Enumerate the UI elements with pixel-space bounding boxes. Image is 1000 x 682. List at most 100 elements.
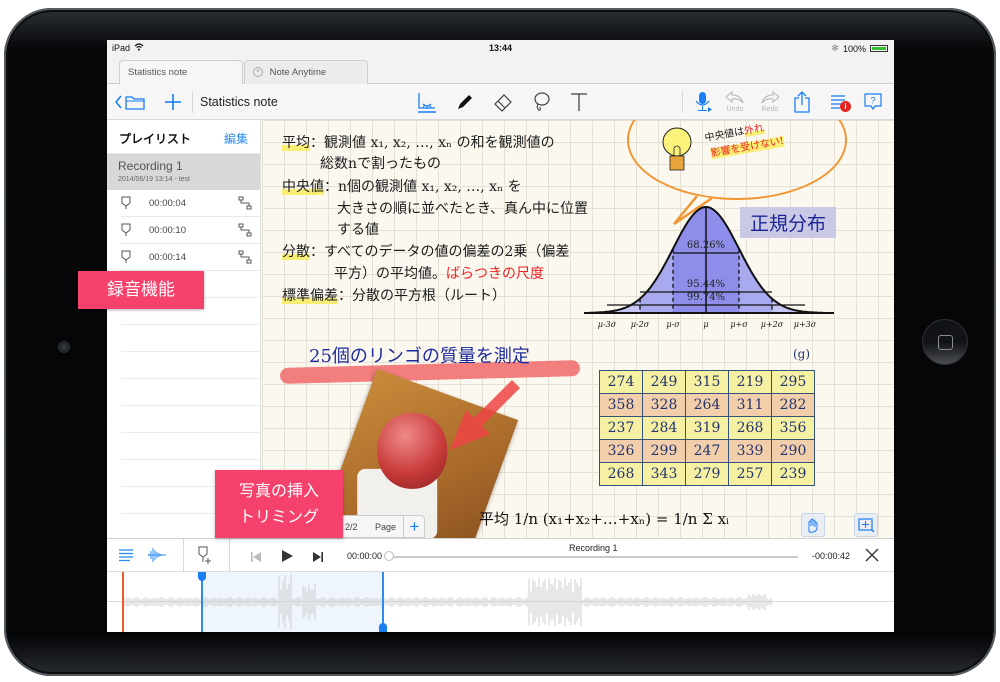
close-tab-icon[interactable]: × <box>253 67 263 78</box>
battery-fill <box>872 47 886 50</box>
list-view-button[interactable] <box>118 548 134 567</box>
table-row: 237 284 319 268 356 <box>599 416 815 440</box>
definition-text: ：分散の平方根（ルート） <box>338 288 506 304</box>
eraser-icon <box>494 94 512 112</box>
zoom-window-button[interactable] <box>854 513 878 537</box>
table-cell: 279 <box>685 462 729 486</box>
definition-text: 総数nで割ったもの <box>320 156 442 172</box>
svg-text:?: ? <box>870 96 875 106</box>
mean-formula: 平均 1/n (x₁+x₂+…+xₙ) = 1/n Σ xᵢ <box>479 510 730 528</box>
unit-label: (g) <box>793 347 811 361</box>
axis-label: μ <box>703 320 708 329</box>
view-mode-tool[interactable] <box>414 90 440 114</box>
selection-end-knob[interactable] <box>378 623 387 632</box>
page-indicator: 2/2 Page + <box>340 515 425 538</box>
table-cell: 282 <box>771 393 815 417</box>
add-icon <box>165 94 181 110</box>
playhead[interactable] <box>122 572 124 632</box>
pen-tool[interactable] <box>453 90 477 114</box>
play-button[interactable] <box>281 549 294 568</box>
table-cell: 247 <box>685 439 729 463</box>
edit-button[interactable]: 編集 <box>224 130 248 147</box>
branch-icon[interactable] <box>238 223 252 237</box>
back-to-folder-button[interactable] <box>115 90 147 114</box>
add-note-button[interactable] <box>161 90 185 114</box>
highlight-red-text: ばらつきの尺度 <box>446 266 544 282</box>
record-button[interactable] <box>692 90 714 114</box>
battery-icon <box>870 45 888 52</box>
close-player-button[interactable] <box>865 548 879 567</box>
table-cell: 268 <box>728 416 772 440</box>
waveform-view-button[interactable] <box>147 546 167 569</box>
feature-label-line: 写真の挿入 <box>238 481 319 500</box>
definition-mean: 平均：観測値 x₁, x₂, …, xₙ の和を観測値の <box>282 132 555 152</box>
list-icon <box>119 549 133 562</box>
marker-item[interactable]: 00:00:14 <box>121 244 260 271</box>
playback-slider[interactable] <box>388 556 798 558</box>
branch-icon[interactable] <box>238 250 252 264</box>
play-icon <box>282 550 293 562</box>
waveform-editor[interactable] <box>107 572 894 632</box>
share-button[interactable] <box>791 90 813 114</box>
table-row: 274 249 315 219 295 <box>599 370 815 394</box>
tab-statistics-note[interactable]: Statistics note <box>119 60 243 84</box>
current-time: 00:00:00 <box>347 551 383 561</box>
note-canvas[interactable]: 平均：観測値 x₁, x₂, …, xₙ の和を観測値の 総数nで割ったもの 中… <box>262 120 894 538</box>
table-cell: 295 <box>771 370 815 394</box>
feature-label-line: トリミング <box>238 507 319 526</box>
toolbar: Statistics note Undo Redo i ? <box>107 84 894 120</box>
skip-forward-button[interactable] <box>312 550 324 568</box>
waveform-icon <box>148 548 166 562</box>
hand-mode-button[interactable] <box>801 513 825 537</box>
table-cell: 264 <box>685 393 729 417</box>
home-button[interactable] <box>922 319 968 365</box>
undo-button[interactable]: Undo <box>720 90 750 114</box>
table-cell: 328 <box>642 393 686 417</box>
redo-button[interactable]: Redo <box>755 90 785 114</box>
definition-text: ：すべてのデータの値の偏差の2乗（偏差 <box>310 244 570 260</box>
table-cell: 356 <box>771 416 815 440</box>
branch-icon[interactable] <box>238 196 252 210</box>
tab-note-anytime[interactable]: × Note Anytime <box>244 60 368 84</box>
add-marker-button[interactable] <box>197 546 213 571</box>
playback-slider-knob[interactable] <box>384 551 394 561</box>
table-cell: 299 <box>642 439 686 463</box>
lasso-icon <box>534 92 550 111</box>
table-cell: 257 <box>728 462 772 486</box>
skip-back-icon <box>251 552 261 562</box>
selection-start-knob[interactable] <box>197 572 206 581</box>
hand-icon <box>808 518 818 533</box>
help-button[interactable]: ? <box>862 90 884 114</box>
table-cell: 290 <box>771 439 815 463</box>
recording-item[interactable]: Recording 1 2014/06/19 13:14 - test <box>107 154 260 190</box>
definition-text: ：観測値 x₁, x₂, …, xₙ の和を観測値の <box>310 135 555 151</box>
table-cell: 237 <box>599 416 643 440</box>
audio-player-bar: 00:00:00 Recording 1 -00:00:42 <box>107 538 894 573</box>
table-cell: 239 <box>771 462 815 486</box>
table-cell: 219 <box>728 370 772 394</box>
lasso-tool[interactable] <box>529 90 553 114</box>
add-page-button[interactable]: + <box>403 516 425 538</box>
table-row: 268 343 279 257 239 <box>599 462 815 486</box>
skip-back-button[interactable] <box>250 550 262 568</box>
recording-meta: 2014/06/19 13:14 - test <box>118 176 190 183</box>
marker-item[interactable]: 00:00:10 <box>121 217 260 244</box>
share-icon <box>794 91 810 113</box>
view-mode-icon <box>418 93 436 113</box>
marker-item[interactable]: 00:00:04 <box>121 190 260 217</box>
empty-row <box>121 325 260 352</box>
undo-icon <box>725 91 744 104</box>
definition-median: 中央値：n個の観測値 x₁, x₂, …, xₙ を <box>282 176 522 196</box>
axis-label: μ-3σ <box>598 320 617 329</box>
empty-row <box>121 433 260 460</box>
menu-button[interactable]: i <box>827 90 851 114</box>
text-tool[interactable] <box>567 90 591 114</box>
selection-start-handle[interactable] <box>201 572 203 632</box>
eraser-tool[interactable] <box>491 90 515 114</box>
term: 分散 <box>282 244 310 260</box>
definition-text: 大きさの順に並べたとき、真ん中に位置 <box>337 201 589 217</box>
empty-row <box>121 406 260 433</box>
notification-badge: i <box>840 101 851 112</box>
table-row: 326 299 247 339 290 <box>599 439 815 463</box>
playlist-header: プレイリスト 編集 <box>107 120 260 154</box>
